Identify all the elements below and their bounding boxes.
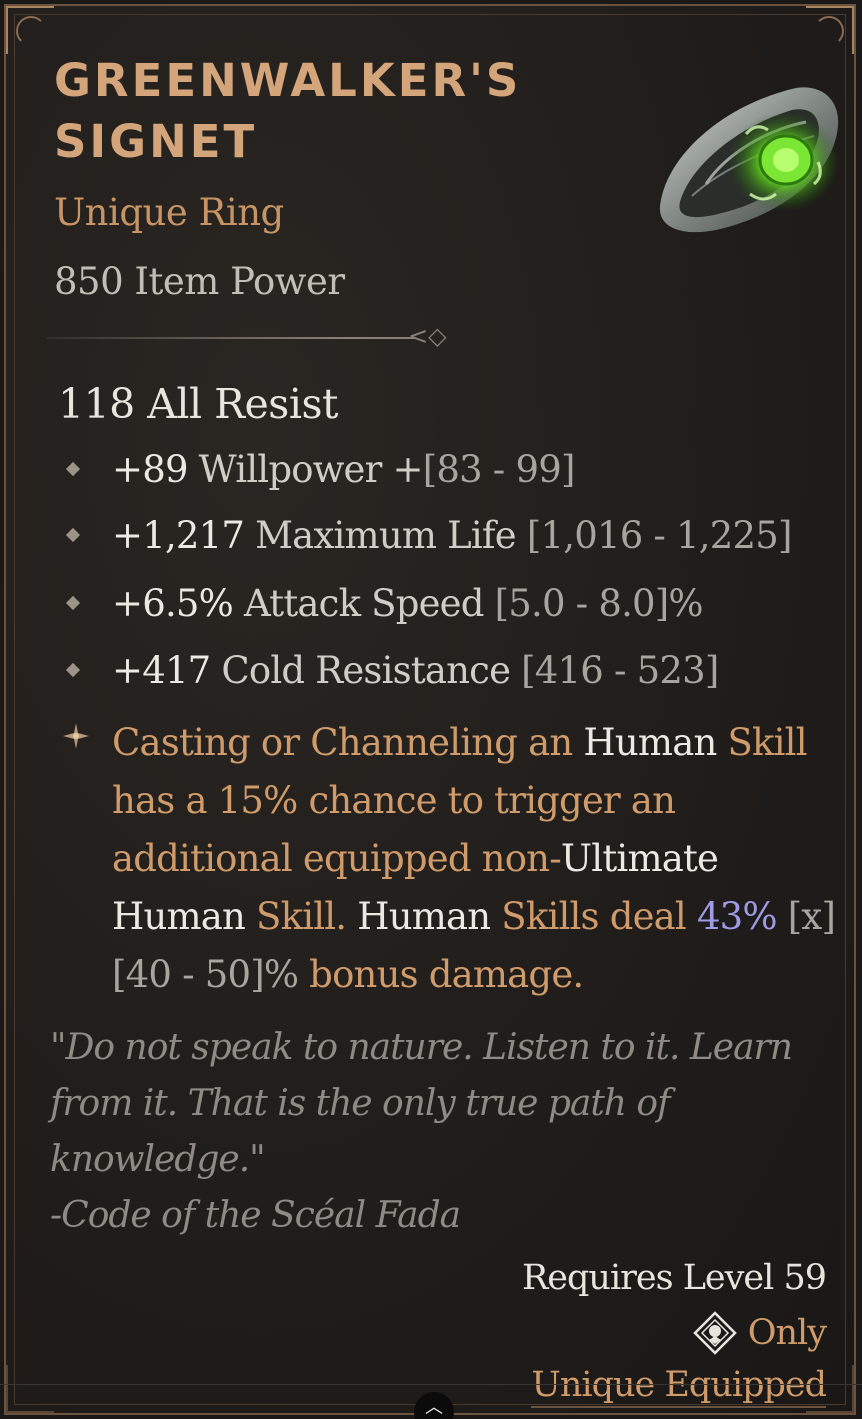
unique-power-keyword: Human xyxy=(357,895,491,938)
unique-restriction-label: Only xyxy=(747,1313,827,1353)
item-type: Unique Ring xyxy=(54,191,284,234)
affix-range: [1,016 - 1,225] xyxy=(526,514,793,557)
affix-cold-resistance: +417 Cold Resistance [416 - 523] xyxy=(62,649,842,699)
frame-curl-ornament xyxy=(814,16,844,46)
affix-stat: Maximum Life xyxy=(244,514,527,557)
unique-power-keyword: Human xyxy=(583,721,717,764)
affix-value: +89 xyxy=(112,448,188,491)
affix-maximum-life: +1,217 Maximum Life [1,016 - 1,225] xyxy=(62,514,842,564)
unique-restriction: Only xyxy=(692,1310,827,1356)
unique-power-segment: Skills deal xyxy=(490,895,697,938)
affix-value: +6.5% xyxy=(112,582,234,625)
divider-ornament-icon: <◇ xyxy=(408,322,447,350)
affix-stat: Willpower + xyxy=(187,448,424,491)
unique-item-icon xyxy=(693,1311,737,1355)
frame-corner-ornament xyxy=(6,1365,54,1413)
affix-bullet-icon xyxy=(65,461,81,477)
affix-attack-speed: +6.5% Attack Speed [5.0 - 8.0]% xyxy=(62,582,842,632)
unique-power-keyword: Ultimate xyxy=(560,837,719,880)
unique-power-value: 43% xyxy=(696,895,778,938)
affix-stat: Cold Resistance xyxy=(210,649,522,692)
item-tooltip: GREENWALKER'S SIGNET Unique Ring 850 Ite… xyxy=(4,4,856,1415)
affix-bullet-icon xyxy=(65,662,81,678)
affix-range: [83 - 99] xyxy=(422,448,576,491)
unique-power-text: Casting or Channeling an Human Skill has… xyxy=(112,714,842,1004)
unique-power-segment: Skill. xyxy=(245,895,358,938)
unique-equipped-label: Unique Equipped xyxy=(531,1364,827,1408)
level-requirement: Requires Level 59 xyxy=(521,1258,827,1298)
affix-value: +417 xyxy=(112,649,211,692)
frame-corner-ornament xyxy=(6,6,54,54)
frame-corner-ornament xyxy=(806,6,854,54)
flavor-source: -Code of the Scéal Fada xyxy=(50,1195,461,1236)
flavor-text: "Do not speak to nature. Listen to it. L… xyxy=(50,1020,810,1244)
chevron-up-icon: ︿ xyxy=(425,1397,443,1418)
affix-bullet-icon xyxy=(65,527,81,543)
affix-stat: Attack Speed xyxy=(233,582,495,625)
unique-power-star-icon xyxy=(63,723,89,749)
affix-text: +6.5% Attack Speed [5.0 - 8.0]% xyxy=(112,582,704,625)
green-gem-ring-icon xyxy=(659,87,840,233)
viewer-bottom-edge xyxy=(0,1384,862,1385)
item-power: 850 Item Power xyxy=(54,260,345,303)
affix-value: +1,217 xyxy=(112,514,245,557)
item-name-line1: GREENWALKER'S xyxy=(54,54,522,107)
affix-text: +1,217 Maximum Life [1,016 - 1,225] xyxy=(112,514,792,557)
divider-line xyxy=(46,337,416,339)
unique-power-keyword: Human xyxy=(112,895,246,938)
affix-bullet-icon xyxy=(65,595,81,611)
item-name-line2: SIGNET xyxy=(54,115,258,168)
affix-range: [416 - 523] xyxy=(521,649,719,692)
unique-power-segment: bonus damage. xyxy=(298,953,584,996)
frame-curl-ornament xyxy=(16,16,46,46)
affix-text: +417 Cold Resistance [416 - 523] xyxy=(112,649,719,692)
base-stat: 118 All Resist xyxy=(58,380,338,428)
affix-text: +89 Willpower +[83 - 99] xyxy=(112,448,575,491)
affix-willpower: +89 Willpower +[83 - 99] xyxy=(62,448,842,498)
unique-power-segment: Casting or Channeling an xyxy=(112,721,584,764)
item-name: GREENWALKER'S SIGNET xyxy=(54,50,614,172)
section-divider: <◇ xyxy=(46,322,456,350)
affix-range: [5.0 - 8.0]% xyxy=(494,582,704,625)
flavor-quote: "Do not speak to nature. Listen to it. L… xyxy=(50,1027,793,1180)
